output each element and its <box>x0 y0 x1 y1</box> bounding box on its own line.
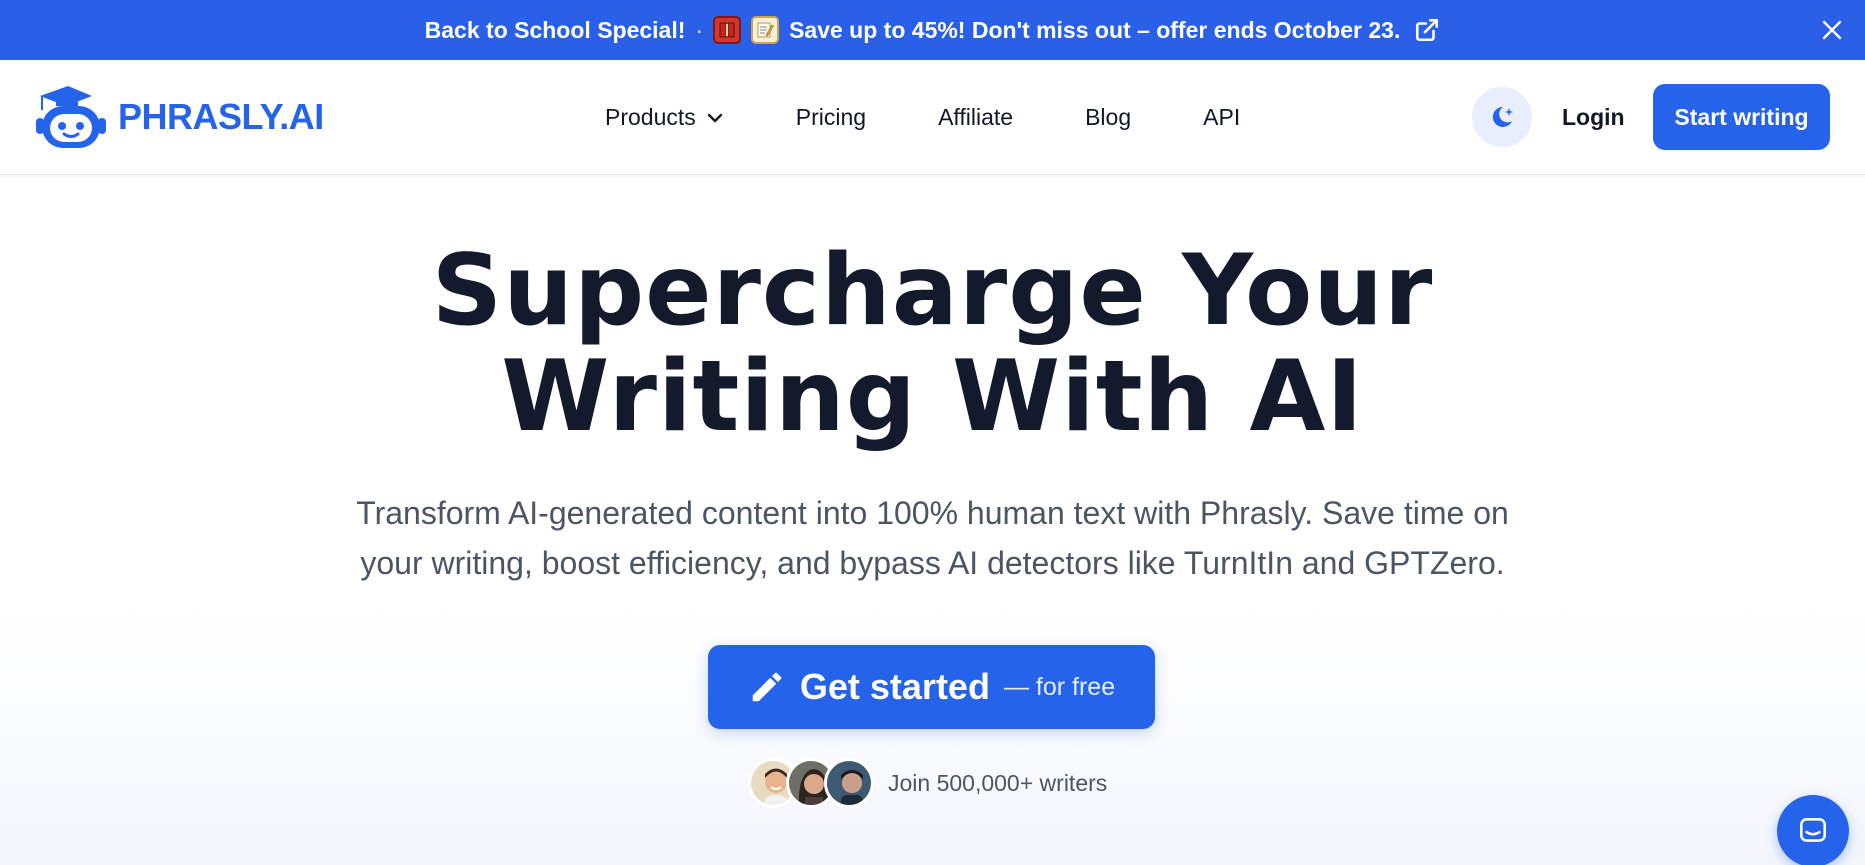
start-writing-button[interactable]: Start writing <box>1653 84 1830 150</box>
nav-api-label: API <box>1203 104 1241 130</box>
pencil-icon <box>752 672 782 702</box>
promo-content: Back to School Special! · Save up to 45%… <box>425 16 1441 44</box>
nav-api[interactable]: API <box>1203 104 1240 131</box>
chat-launcher-button[interactable] <box>1777 795 1849 865</box>
promo-message: Save up to 45%! Don't miss out – offer e… <box>789 16 1401 43</box>
nav-products-label: Products <box>605 104 696 130</box>
avatar-stack <box>748 758 874 808</box>
get-started-suffix: — for free <box>1003 672 1116 701</box>
nav-affiliate[interactable]: Affiliate <box>938 104 1013 131</box>
hero-title-line-1: Supercharge Your <box>431 234 1434 348</box>
robot-mascot-icon <box>36 86 106 148</box>
logo-text: PHRASLY.AI <box>118 96 324 137</box>
logo[interactable]: PHRASLY.AI <box>32 84 324 150</box>
nav-pricing-label: Pricing <box>795 104 867 130</box>
chevron-down-icon <box>707 113 722 122</box>
get-started-label: Get started <box>799 666 990 707</box>
book-emoji-icon <box>713 16 742 44</box>
banner-close-button[interactable] <box>1815 13 1849 47</box>
close-icon <box>1822 20 1842 40</box>
promo-banner[interactable]: Back to School Special! · Save up to 45%… <box>0 0 1865 60</box>
get-started-button[interactable]: Get started — for free <box>708 645 1155 729</box>
nav-pricing[interactable]: Pricing <box>796 104 866 131</box>
nav-blog-label: Blog <box>1085 104 1132 130</box>
memo-emoji-icon <box>751 16 780 44</box>
moon-stars-icon <box>1492 106 1513 127</box>
site-header: PHRASLY.AI Products Pricing Affiliate Bl… <box>0 60 1865 175</box>
main-nav: Products Pricing Affiliate Blog API <box>605 60 1240 175</box>
nav-blog[interactable]: Blog <box>1085 104 1131 131</box>
hero-subtitle-line-1: Transform AI-generated content into 100%… <box>356 495 1509 531</box>
theme-toggle-button[interactable] <box>1472 87 1532 147</box>
hero-subtitle-line-2: your writing, boost efficiency, and bypa… <box>360 545 1505 581</box>
nav-products[interactable]: Products <box>605 104 724 131</box>
login-link[interactable]: Login <box>1562 60 1625 175</box>
hero-subtitle: Transform AI-generated content into 100%… <box>0 488 1865 588</box>
external-link-icon[interactable] <box>1414 17 1440 43</box>
avatar <box>824 758 874 808</box>
social-proof: Join 500,000+ writers <box>748 757 1107 809</box>
nav-affiliate-label: Affiliate <box>938 104 1014 130</box>
chat-bubble-icon <box>1800 818 1826 842</box>
promo-lead: Back to School Special! <box>424 16 686 43</box>
hero-title: Supercharge Your Writing With AI <box>0 238 1865 450</box>
promo-separator: · <box>695 16 704 43</box>
social-proof-text: Join 500,000+ writers <box>888 769 1108 796</box>
hero-title-line-2: Writing With AI <box>501 340 1364 454</box>
